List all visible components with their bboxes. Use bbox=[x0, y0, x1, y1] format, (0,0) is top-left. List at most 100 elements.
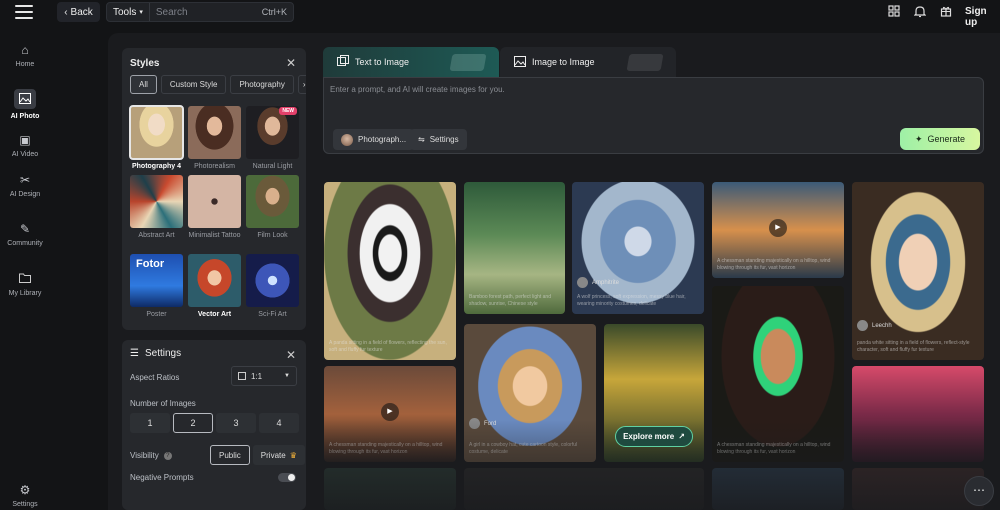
style-tabs: All Custom Style Photography › bbox=[130, 75, 306, 94]
gift-icon[interactable] bbox=[939, 5, 953, 19]
play-icon[interactable]: ▶ bbox=[769, 219, 787, 237]
public-button[interactable]: Public bbox=[210, 445, 250, 465]
style-label: Vector Art bbox=[197, 311, 232, 318]
ai-video-icon: ▣ bbox=[19, 133, 31, 147]
explore-more-button[interactable]: Explore more ↗ bbox=[615, 426, 693, 447]
tools-dropdown[interactable]: Tools ▾ bbox=[107, 3, 150, 21]
card-caption: A wolf princess, soft expression, messy … bbox=[577, 294, 686, 307]
style-thumb: NEW bbox=[246, 106, 299, 159]
style-card-vector-art[interactable]: Vector Art bbox=[188, 254, 241, 319]
aspect-ratio-dropdown[interactable]: 1:1 ▼ bbox=[231, 366, 297, 386]
menu-icon[interactable] bbox=[15, 5, 33, 19]
num-option-2[interactable]: 2 bbox=[173, 413, 213, 433]
chevron-right-icon[interactable]: › bbox=[297, 75, 306, 94]
gallery-card[interactable] bbox=[852, 366, 984, 462]
num-option-1[interactable]: 1 bbox=[130, 413, 170, 433]
avatar bbox=[577, 277, 588, 288]
generate-button[interactable]: ✦ Generate bbox=[900, 128, 980, 150]
tab-custom-style[interactable]: Custom Style bbox=[160, 75, 227, 94]
square-icon bbox=[238, 372, 246, 380]
settings-title-text: Settings bbox=[144, 348, 182, 359]
bell-icon[interactable] bbox=[913, 5, 927, 19]
style-thumb bbox=[188, 254, 241, 307]
gallery-card[interactable] bbox=[464, 468, 704, 510]
tab-text-to-image[interactable]: Text to Image bbox=[323, 47, 499, 77]
gallery-card[interactable]: A chessman standing majestically on a hi… bbox=[712, 286, 844, 462]
style-label: Film Look bbox=[257, 232, 288, 239]
style-label: Abstract Art bbox=[138, 232, 175, 239]
more-options-button[interactable]: ⋯ bbox=[964, 476, 994, 506]
back-button[interactable]: ‹ Back bbox=[57, 2, 100, 22]
nav-item-ai-photo[interactable]: AI Photo bbox=[0, 89, 50, 120]
gallery-card[interactable] bbox=[324, 468, 456, 510]
card-caption: A girl in a cowboy hat, cute cartoon sty… bbox=[469, 442, 578, 455]
tab-all[interactable]: All bbox=[130, 75, 157, 94]
magic-wand-icon: ✦ bbox=[914, 133, 923, 144]
style-card-photography-4[interactable]: Photography 4 bbox=[129, 105, 184, 171]
gallery-card[interactable]: ▶ A chessman standing majestically on a … bbox=[324, 366, 456, 462]
crown-icon: ♛ bbox=[289, 450, 297, 460]
card-author: Leechh bbox=[857, 320, 892, 331]
prompt-input[interactable]: Enter a prompt, and AI will create image… bbox=[330, 85, 505, 94]
nav-item-settings[interactable]: ⚙ Settings bbox=[0, 483, 50, 508]
style-card-natural-light[interactable]: NEW Natural Light bbox=[246, 106, 299, 171]
settings-chip[interactable]: ⇋ Settings bbox=[410, 129, 467, 150]
style-card-film-look[interactable]: Film Look bbox=[246, 175, 299, 240]
style-thumb bbox=[246, 175, 299, 228]
nav-item-community[interactable]: ✎ Community bbox=[0, 222, 50, 247]
nav-item-home[interactable]: ⌂ Home bbox=[0, 43, 50, 68]
explore-label: Explore more bbox=[623, 432, 675, 441]
tab-photography[interactable]: Photography bbox=[230, 75, 294, 94]
nav-item-ai-video[interactable]: ▣ AI Video bbox=[0, 133, 50, 158]
gallery-card[interactable]: ▶ A chessman standing majestically on a … bbox=[712, 182, 844, 278]
card-caption: panda white sitting in a field of flower… bbox=[857, 340, 970, 353]
nav-item-my-library[interactable]: My Library bbox=[0, 272, 50, 297]
apps-grid-icon[interactable] bbox=[887, 5, 901, 19]
generate-label: Generate bbox=[927, 134, 966, 144]
close-icon[interactable]: ✕ bbox=[286, 56, 296, 70]
style-thumb bbox=[246, 254, 299, 307]
gallery-card[interactable]: Bamboo forest path, perfect light and sh… bbox=[464, 182, 565, 314]
gallery-card[interactable] bbox=[712, 468, 844, 510]
sliders-icon: ⇋ bbox=[418, 135, 425, 144]
private-button[interactable]: Private ♛ bbox=[252, 445, 305, 465]
mode-tabs: Text to Image Image to Image bbox=[323, 47, 676, 77]
style-thumb bbox=[129, 105, 184, 160]
search-box[interactable]: Tools ▾ Search Ctrl+K bbox=[106, 2, 294, 22]
num-option-4[interactable]: 4 bbox=[259, 413, 299, 433]
style-card-poster[interactable]: Fotor Poster bbox=[130, 254, 183, 319]
gallery-card[interactable]: A panda sitting in a field of flowers, r… bbox=[324, 182, 456, 360]
style-card-abstract-art[interactable]: Abstract Art bbox=[130, 175, 183, 240]
arrow-up-right-icon: ↗ bbox=[678, 432, 685, 441]
card-author: Ford bbox=[469, 418, 496, 429]
close-icon[interactable]: ✕ bbox=[286, 348, 296, 362]
prompt-box: Enter a prompt, and AI will create image… bbox=[323, 77, 984, 154]
nav-item-ai-design[interactable]: ✂ AI Design bbox=[0, 173, 50, 198]
style-chip[interactable]: Photograph... bbox=[333, 129, 415, 150]
tab-label: Text to Image bbox=[355, 57, 410, 67]
style-label: Poster bbox=[146, 311, 167, 318]
tab-image-to-image[interactable]: Image to Image bbox=[500, 47, 676, 77]
gallery-card[interactable]: Amphitrite A wolf princess, soft express… bbox=[572, 182, 704, 314]
play-icon[interactable]: ▶ bbox=[381, 403, 399, 421]
style-card-photorealism[interactable]: Photorealism bbox=[188, 106, 241, 171]
gallery-card[interactable]: Leechh panda white sitting in a field of… bbox=[852, 182, 984, 360]
style-card-minimalist-tattoo[interactable]: Minimalist Tattoo bbox=[188, 175, 241, 240]
author-name: Amphitrite bbox=[592, 279, 620, 286]
num-option-3[interactable]: 3 bbox=[216, 413, 256, 433]
author-name: Leechh bbox=[872, 322, 892, 329]
nav-label: Community bbox=[7, 240, 43, 247]
negative-prompts-toggle[interactable] bbox=[278, 473, 296, 482]
card-caption: A chessman standing majestically on a hi… bbox=[329, 442, 443, 455]
sign-up-button[interactable]: Sign up bbox=[965, 6, 1000, 28]
gallery-card[interactable]: Ford A girl in a cowboy hat, cute cartoo… bbox=[464, 324, 596, 462]
style-chip-label: Photograph... bbox=[358, 135, 407, 144]
chevron-down-icon: ▾ bbox=[139, 9, 143, 16]
visibility-options: Public Private ♛ bbox=[210, 445, 305, 465]
chevron-left-icon: ‹ bbox=[64, 6, 68, 18]
help-icon[interactable]: ? bbox=[163, 451, 172, 460]
nav-label: Home bbox=[15, 61, 35, 68]
style-card-sci-fi-art[interactable]: Sci-Fi Art bbox=[246, 254, 299, 319]
search-input[interactable]: Search bbox=[150, 7, 262, 18]
num-images-options: 1 2 3 4 bbox=[130, 413, 299, 433]
